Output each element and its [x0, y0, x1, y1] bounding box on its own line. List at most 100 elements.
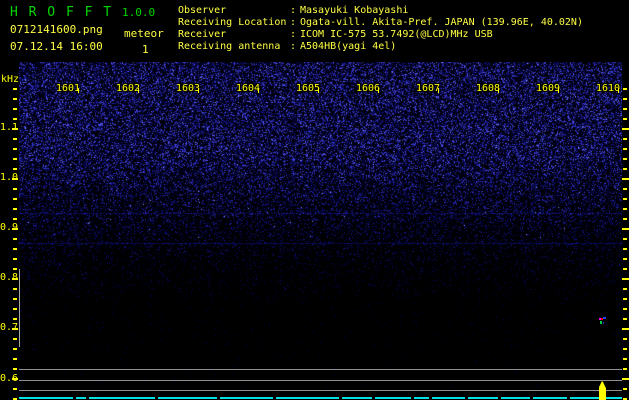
freq-tick: [623, 108, 627, 110]
freq-label: 1.1: [0, 122, 19, 133]
freq-tick: [622, 178, 629, 180]
freq-tick: [13, 218, 17, 220]
station-row-antenna: Receiving antenna: A504HB(yagi 4el): [178, 41, 396, 53]
freq-tick: [13, 108, 17, 110]
freq-tick: [622, 128, 629, 130]
freq-tick: [13, 298, 17, 300]
station-value: ICOM IC-575 53.7492(@LCD)MHz USB: [300, 29, 493, 40]
echo-pixel-blue: [603, 317, 606, 319]
freq-tick: [623, 348, 627, 350]
freq-tick: [622, 278, 629, 280]
time-label: 1602: [115, 83, 141, 94]
station-value: Ogata-vill. Akita-Pref. JAPAN (139.96E, …: [300, 17, 583, 28]
freq-tick: [623, 298, 627, 300]
station-row-receiver: Receiver: ICOM IC-575 53.7492(@LCD)MHz US…: [178, 29, 493, 41]
station-value: A504HB(yagi 4el): [300, 41, 397, 52]
colon-separator: :: [290, 5, 297, 16]
freq-tick: [623, 98, 627, 100]
freq-tick: [13, 88, 17, 90]
app-title: H R O F F T: [10, 5, 113, 20]
freq-tick: [13, 388, 17, 390]
app-version: 1.0.0: [122, 6, 156, 19]
time-label: 1604: [235, 83, 261, 94]
freq-tick: [13, 148, 17, 150]
level-line: [19, 390, 622, 391]
time-label: 1608: [475, 83, 501, 94]
freq-tick: [623, 358, 627, 360]
station-row-observer: Observer: Masayuki Kobayashi: [178, 5, 408, 17]
time-label: 1609: [535, 83, 561, 94]
freq-tick: [13, 238, 17, 240]
freq-tick: [623, 218, 627, 220]
meteor-count: 1: [142, 43, 149, 56]
station-row-location: Receiving Location: Ogata-vill. Akita-Pre…: [178, 17, 583, 29]
colon-separator: :: [290, 41, 297, 52]
freq-tick: [623, 148, 627, 150]
freq-tick: [13, 208, 17, 210]
station-label: Observer: [178, 5, 227, 16]
observation-datetime: 07.12.14 16:00: [10, 40, 103, 53]
freq-tick: [13, 98, 17, 100]
freq-label: 0.9: [0, 222, 19, 233]
freq-tick: [622, 378, 629, 380]
freq-tick: [623, 388, 627, 390]
freq-tick: [13, 338, 17, 340]
freq-tick: [13, 118, 17, 120]
freq-tick: [623, 318, 627, 320]
freq-tick: [623, 158, 627, 160]
freq-tick: [13, 308, 17, 310]
freq-tick: [623, 198, 627, 200]
freq-tick: [13, 348, 17, 350]
freq-tick: [13, 258, 17, 260]
freq-label: 0.8: [0, 272, 19, 283]
freq-tick: [13, 248, 17, 250]
freq-tick: [623, 238, 627, 240]
freq-tick: [13, 318, 17, 320]
spectrogram-noise: [19, 62, 622, 400]
freq-tick: [623, 338, 627, 340]
echo-pixel-blue2: [603, 322, 604, 324]
freq-tick: [13, 358, 17, 360]
colon-separator: :: [290, 29, 297, 40]
freq-tick: [623, 168, 627, 170]
time-label: 1605: [295, 83, 321, 94]
freq-tick: [623, 288, 627, 290]
freq-tick: [623, 368, 627, 370]
freq-tick: [623, 248, 627, 250]
output-filename: 0712141600.png: [10, 23, 103, 36]
freq-tick: [13, 158, 17, 160]
freq-tick: [13, 368, 17, 370]
hrofft-screen: H R O F F T 1.0.0 0712141600.png meteor …: [0, 0, 629, 400]
station-value: Masayuki Kobayashi: [300, 5, 409, 16]
freq-tick: [623, 268, 627, 270]
freq-tick: [13, 188, 17, 190]
freq-tick: [13, 138, 17, 140]
colon-separator: :: [290, 17, 297, 28]
time-label: 1606: [355, 83, 381, 94]
freq-tick: [13, 168, 17, 170]
freq-tick: [623, 208, 627, 210]
station-label: Receiving antenna: [178, 41, 281, 52]
mode-label: meteor: [124, 27, 164, 40]
freq-tick: [623, 258, 627, 260]
level-line: [19, 369, 622, 370]
freq-label: 0.6: [0, 373, 19, 384]
time-label: 1607: [415, 83, 441, 94]
echo-pixel-green: [600, 321, 602, 324]
freq-tick: [622, 228, 629, 230]
freq-tick: [13, 198, 17, 200]
time-label: 1601: [55, 83, 81, 94]
left-scale-bar: [19, 269, 20, 347]
station-label: Receiver: [178, 29, 227, 40]
time-label: 1603: [175, 83, 201, 94]
freq-tick: [13, 268, 17, 270]
freq-tick: [623, 118, 627, 120]
time-label: 1610: [595, 83, 621, 94]
freq-tick: [623, 188, 627, 190]
freq-tick: [622, 328, 629, 330]
freq-label: 0.7: [0, 322, 19, 333]
freq-tick: [623, 308, 627, 310]
freq-label: 1.0: [0, 172, 19, 183]
level-line: [19, 380, 622, 381]
freq-axis-unit: kHz: [1, 74, 20, 85]
